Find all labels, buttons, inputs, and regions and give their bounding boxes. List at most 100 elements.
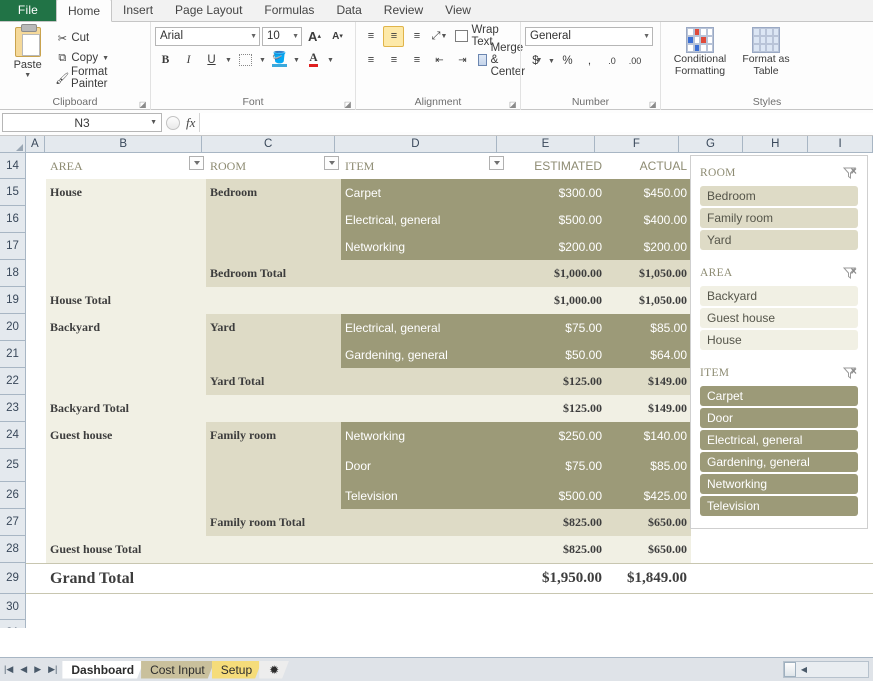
cell-b27-area[interactable] <box>46 509 206 536</box>
last-sheet-icon[interactable]: ▶| <box>48 664 57 675</box>
cell-f14-actual-header[interactable]: ACTUAL <box>606 153 691 179</box>
first-sheet-icon[interactable]: |◀ <box>4 664 13 675</box>
slicer-item-family-room[interactable]: Family room <box>700 208 858 228</box>
row-header-15[interactable]: 15 <box>0 179 26 206</box>
column-header-c[interactable]: C <box>202 136 335 153</box>
cell-e20-estimated[interactable]: $75.00 <box>506 314 606 341</box>
cell-a27[interactable] <box>26 509 46 536</box>
clear-filter-icon[interactable] <box>842 265 858 281</box>
cell-c27-room-total[interactable]: Family room Total <box>206 509 341 536</box>
cell-b26-area[interactable] <box>46 482 206 509</box>
borders-button[interactable] <box>235 50 256 71</box>
cell-a25[interactable] <box>26 449 46 482</box>
cell-e31[interactable] <box>506 620 606 628</box>
cell-f16-actual[interactable]: $400.00 <box>606 206 691 233</box>
row-header-27[interactable]: 27 <box>0 509 26 536</box>
cell-e15-estimated[interactable]: $300.00 <box>506 179 606 206</box>
cell-a22[interactable] <box>26 368 46 395</box>
font-size-combo[interactable]: 10 ▼ <box>262 26 302 46</box>
room-filter-dropdown[interactable] <box>324 156 339 170</box>
row-header-29[interactable]: 29 <box>0 563 26 594</box>
cell-d17-item[interactable]: Networking <box>341 233 506 260</box>
cell-b29-grand-total[interactable]: Grand Total <box>46 564 206 593</box>
cancel-enter-icon[interactable] <box>166 115 180 130</box>
italic-button[interactable]: I <box>178 50 199 71</box>
cell-c26-room[interactable] <box>206 482 341 509</box>
font-name-combo[interactable]: Arial ▼ <box>155 26 260 46</box>
area-filter-dropdown[interactable] <box>189 156 204 170</box>
cell-g30[interactable] <box>691 594 757 620</box>
tab-review[interactable]: Review <box>373 0 434 21</box>
cell-e21-estimated[interactable]: $50.00 <box>506 341 606 368</box>
cell-e17-estimated[interactable]: $200.00 <box>506 233 606 260</box>
scroll-left-icon[interactable]: ◀ <box>796 665 812 674</box>
cell-i30[interactable] <box>823 594 873 620</box>
cell-c24-room[interactable]: Family room <box>206 422 341 449</box>
column-header-h[interactable]: H <box>743 136 809 153</box>
cell-d15-item[interactable]: Carpet <box>341 179 506 206</box>
cell-d23-item[interactable] <box>341 395 506 422</box>
column-header-f[interactable]: F <box>595 136 679 153</box>
underline-button[interactable]: U <box>201 50 222 71</box>
cell-f15-actual[interactable]: $450.00 <box>606 179 691 206</box>
chevron-down-icon[interactable]: ▼ <box>102 55 109 62</box>
increase-font-size-button[interactable]: A ▴ <box>304 26 325 47</box>
cell-d30[interactable] <box>341 594 506 620</box>
cell-b19-area-total[interactable]: House Total <box>46 287 206 314</box>
orientation-button[interactable]: ⤢ ▼ <box>429 26 450 47</box>
cell-f30[interactable] <box>606 594 691 620</box>
cell-e29-estimated[interactable]: $1,950.00 <box>506 564 606 593</box>
row-header-18[interactable]: 18 <box>0 260 26 287</box>
row-header-31[interactable]: 31 <box>0 620 26 628</box>
cell-f21-actual[interactable]: $64.00 <box>606 341 691 368</box>
decrease-decimal-button[interactable]: .00 <box>624 51 646 72</box>
clear-filter-icon[interactable] <box>842 165 858 181</box>
clipboard-dialog-launcher[interactable]: ◪ <box>139 100 148 109</box>
tab-data[interactable]: Data <box>325 0 372 21</box>
item-filter-dropdown[interactable] <box>489 156 504 170</box>
column-header-e[interactable]: E <box>496 136 596 153</box>
sheet-tab-cost-input[interactable]: Cost Input <box>141 661 215 679</box>
cell-d28-item[interactable] <box>341 536 506 563</box>
cell-h29[interactable] <box>757 564 823 593</box>
cell-e24-estimated[interactable]: $250.00 <box>506 422 606 449</box>
cell-d29[interactable] <box>341 564 506 593</box>
row-header-24[interactable]: 24 <box>0 422 26 449</box>
tab-file[interactable]: File <box>0 0 56 21</box>
cell-a18[interactable] <box>26 260 46 287</box>
cell-e23-estimated[interactable]: $125.00 <box>506 395 606 422</box>
cell-c25-room[interactable] <box>206 449 341 482</box>
cell-a24[interactable] <box>26 422 46 449</box>
row-header-19[interactable]: 19 <box>0 287 26 314</box>
cell-b22-area[interactable] <box>46 368 206 395</box>
cell-a21[interactable] <box>26 341 46 368</box>
cell-b25-area[interactable] <box>46 449 206 482</box>
cell-d27-item[interactable] <box>341 509 506 536</box>
cell-f24-actual[interactable]: $140.00 <box>606 422 691 449</box>
tab-view[interactable]: View <box>434 0 482 21</box>
copy-button[interactable]: ⧉ Copy ▼ <box>51 48 146 68</box>
cell-c23-room[interactable] <box>206 395 341 422</box>
prev-sheet-icon[interactable]: ◀ <box>20 664 27 675</box>
increase-indent-button[interactable]: ⇥ <box>452 50 473 71</box>
next-sheet-icon[interactable]: ▶ <box>34 664 41 675</box>
column-header-b[interactable]: B <box>45 136 203 153</box>
currency-button[interactable]: $ <box>525 51 546 72</box>
cell-d31[interactable] <box>341 620 506 628</box>
row-header-21[interactable]: 21 <box>0 341 26 368</box>
align-bottom-button[interactable]: ≡ <box>406 26 427 47</box>
cell-a28[interactable] <box>26 536 46 563</box>
row-header-25[interactable]: 25 <box>0 449 26 482</box>
cell-f25-actual[interactable]: $85.00 <box>606 449 691 482</box>
cell-f17-actual[interactable]: $200.00 <box>606 233 691 260</box>
cell-b18-area[interactable] <box>46 260 206 287</box>
align-left-button[interactable]: ≡ <box>360 50 381 71</box>
row-header-16[interactable]: 16 <box>0 206 26 233</box>
cell-h28[interactable] <box>757 536 823 563</box>
align-center-button[interactable]: ≡ <box>383 50 404 71</box>
comma-style-button[interactable]: , <box>579 51 600 72</box>
cell-g29[interactable] <box>691 564 757 593</box>
row-header-23[interactable]: 23 <box>0 395 26 422</box>
cell-c19-room[interactable] <box>206 287 341 314</box>
cell-g28[interactable] <box>691 536 757 563</box>
